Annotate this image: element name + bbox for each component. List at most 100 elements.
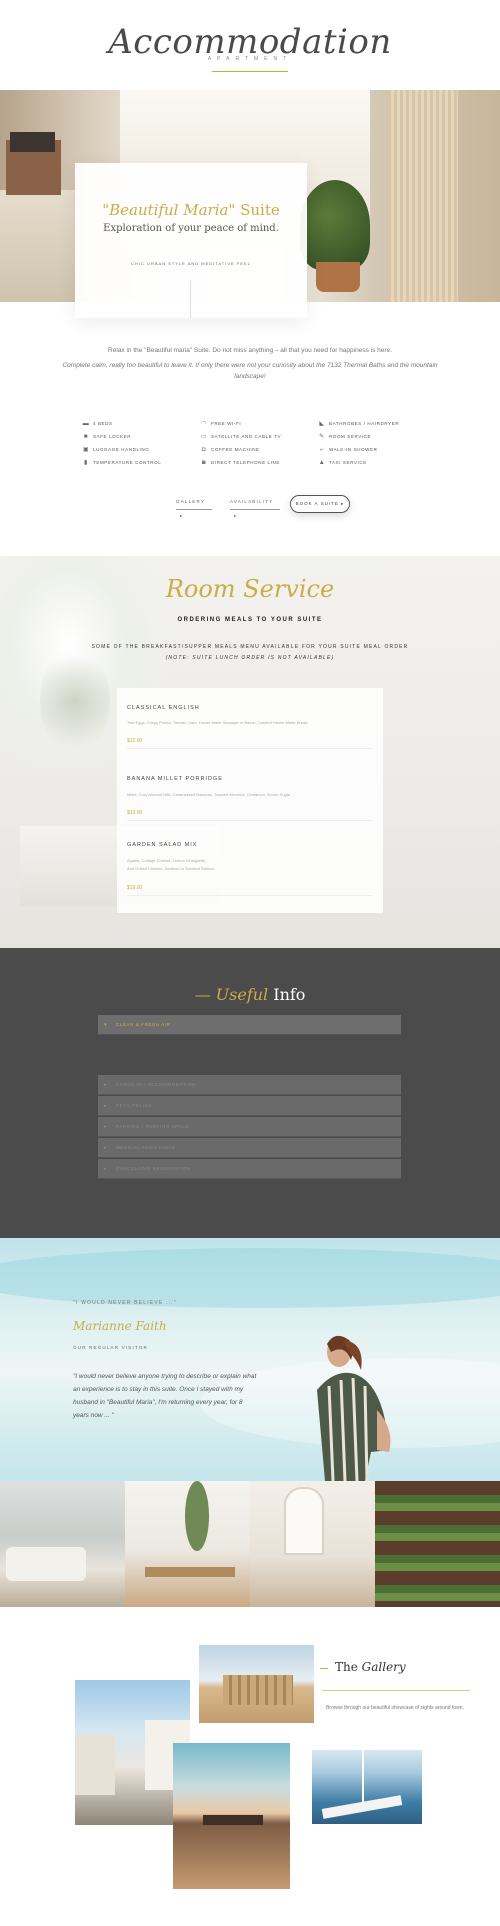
coffee-icon: ◘ [201, 447, 207, 453]
menu-item-desc: Two Eggs, Crispy Potato, Tomato, Ham, Ho… [127, 720, 308, 725]
accordion-label: CLEAN & FRESH AIR [116, 1022, 171, 1027]
gallery-image-pier[interactable] [173, 1743, 290, 1889]
testimonial-name: Marianne Faith [73, 1319, 167, 1333]
gallery-title-pre: The [335, 1660, 362, 1674]
menu-item-desc: Millet, Cozy Almond Milk, Caramelized Ba… [127, 792, 291, 797]
gallery-underline [322, 1690, 470, 1691]
menu-item-name: BANANA MILLET PORRIDGE [127, 776, 223, 782]
bathrobe-icon: ◣ [319, 421, 325, 427]
suite-tagline: CHIC URBAN STYLE AND MEDITATIVE FEEL [131, 261, 251, 266]
intro-text-1: Relax in the "Beautiful maria" Suite. Do… [108, 347, 392, 354]
bed-icon: ▬ [82, 421, 90, 427]
sea-decor [0, 1248, 500, 1308]
amenity-label: FREE WI-FI [211, 421, 242, 426]
accordion-item-parking[interactable]: ▸ PARKING / PARKING SPACE [98, 1117, 401, 1137]
menu-item-price: $12.00 [127, 738, 143, 744]
amenity-label: WALK-IN SHOWER [329, 447, 378, 452]
amenities-list: ▬ 4 BEDS ◠ FREE WI-FI ◣ BATHROBES / HAIRDRYER… [82, 419, 422, 469]
gallery-title: The Gallery [335, 1660, 406, 1674]
hero-curtain-decor [388, 90, 458, 302]
gallery-image-sailing[interactable] [312, 1750, 422, 1824]
gallery-description: Browse through our beautiful showcase of… [326, 1705, 464, 1711]
chevron-right-icon: ▸ [104, 1145, 108, 1151]
accordion-label: MEDICAL ASSISTANCE [116, 1145, 176, 1150]
accordion-item-clean-air[interactable]: ▾ CLEAN & FRESH AIR [98, 1015, 401, 1035]
amenity-item: ✎ ROOM SERVICE [318, 432, 371, 442]
testimonial-role: OUR REGULAR VISITOR [73, 1345, 148, 1350]
amenity-item: ▭ SATELLITE AND CABLE TV [200, 432, 281, 442]
amenity-item: ▣ LUGGAGE HANDLING [82, 445, 149, 455]
photo-living-room [0, 1481, 125, 1607]
card-divider [190, 281, 191, 318]
sofa-decor [6, 1547, 86, 1581]
photo-kitchen [250, 1481, 375, 1607]
title-underline [212, 71, 288, 72]
building-decor [75, 1735, 115, 1795]
luggage-icon: ▣ [82, 447, 90, 453]
chevron-right-icon: ▸ [104, 1166, 108, 1172]
accordion-item-pets[interactable]: ▸ PETS POLICE [98, 1096, 401, 1116]
accordion-item-medical[interactable]: ▸ MEDICAL ASSISTANCE [98, 1138, 401, 1158]
plant-decor [185, 1481, 209, 1551]
amenity-item: ▮ TEMPERATURE CONTROL [82, 458, 161, 468]
hero-radio-decor [10, 132, 55, 152]
useful-info-title-rest: Info [268, 985, 306, 1004]
hero-bed-decor [0, 190, 80, 302]
hero-card: "Beautiful Maria" Suite Exploration of y… [75, 163, 307, 318]
arrow-icon: ▸ [341, 501, 345, 506]
phone-icon: ◙ [201, 460, 207, 466]
taxi-icon: ▲ [318, 460, 326, 466]
useful-info-title: — Useful Info [0, 985, 500, 1004]
gallery-link-label: GALLERY [176, 499, 205, 504]
room-service-note: SOME OF THE BREAKFAST/SUPPER MEALS MENU … [91, 644, 409, 650]
amenity-item: ◘ COFFEE MACHINE [200, 445, 260, 455]
chevron-right-icon: ▸ [104, 1124, 108, 1130]
leaf-decor [40, 646, 110, 756]
menu-item-desc: Apples, Cottage Cheese, Lemon Vinaigrett… [127, 858, 207, 863]
gallery-dash [320, 1668, 328, 1669]
amenity-item: ◣ BATHROBES / HAIRDRYER [318, 419, 399, 429]
gallery-image-ruins[interactable] [199, 1645, 314, 1723]
amenity-label: LUGGAGE HANDLING [93, 447, 150, 452]
testimonial-quote: "I would never believe anyone trying to … [73, 1373, 257, 1419]
thermometer-icon: ▮ [84, 460, 88, 466]
menu-item-price: $19.00 [127, 885, 143, 891]
suite-title: "Beautiful Maria" Suite [75, 201, 307, 219]
intro-text-2: Complete calm, really too beautiful to l… [62, 362, 438, 380]
amenity-label: TEMPERATURE CONTROL [93, 460, 162, 465]
suite-subtitle: Exploration of your peace of mind. [103, 223, 279, 234]
chevron-down-icon: ▾ [104, 1022, 108, 1028]
arrow-icon: ▸ [234, 513, 238, 518]
photo-green-wall [375, 1481, 500, 1607]
photo-dining-room [125, 1481, 250, 1607]
chevron-right-icon: ▸ [104, 1103, 108, 1109]
amenity-label: SATELLITE AND CABLE TV [211, 434, 282, 439]
amenity-label: COFFEE MACHINE [211, 447, 260, 452]
accordion-item-check-in[interactable]: ▸ CHECK IN / ACCOMMODATION [98, 1075, 401, 1095]
amenity-item: ◙ DIRECT TELEPHONE LINE [200, 458, 280, 468]
arch-window-decor [284, 1487, 324, 1555]
dash-icon: — [194, 985, 216, 1004]
availability-link[interactable]: AVAILABILITY ▸ [230, 495, 280, 518]
page-subtitle: APARTMENT [207, 56, 293, 62]
gallery-title-ital: Gallery [361, 1660, 406, 1674]
testimonial-background [0, 1238, 500, 1481]
menu-item-name: GARDEN SALAD MIX [127, 842, 198, 848]
chevron-right-icon: ▸ [104, 1082, 108, 1088]
hero-plant-decor [300, 180, 370, 270]
menu-divider [127, 748, 373, 749]
gallery-link[interactable]: GALLERY ▸ [176, 495, 212, 518]
accordion-item-cancel[interactable]: ▸ CANCELLING RESERVATION [98, 1159, 401, 1179]
room-service-title: Room Service [165, 575, 335, 603]
amenity-item: ▲ TAXI SERVICE [318, 458, 367, 468]
accordion-label: PETS POLICE [116, 1103, 153, 1108]
arrow-icon: ▸ [180, 513, 184, 518]
accordion-body [98, 1035, 401, 1073]
visitor-photo [317, 1335, 391, 1481]
room-service-note-lunch: (NOTE: SUITE LUNCH ORDER IS NOT AVAILABL… [165, 655, 335, 661]
hero-pot-decor [316, 262, 360, 292]
columns-decor [223, 1675, 293, 1705]
menu-item-name: CLASSICAL ENGLISH [127, 705, 200, 711]
book-suite-button[interactable]: BOOK A SUITE ▸ [290, 495, 350, 513]
menu-item-price: $13.00 [127, 810, 143, 816]
